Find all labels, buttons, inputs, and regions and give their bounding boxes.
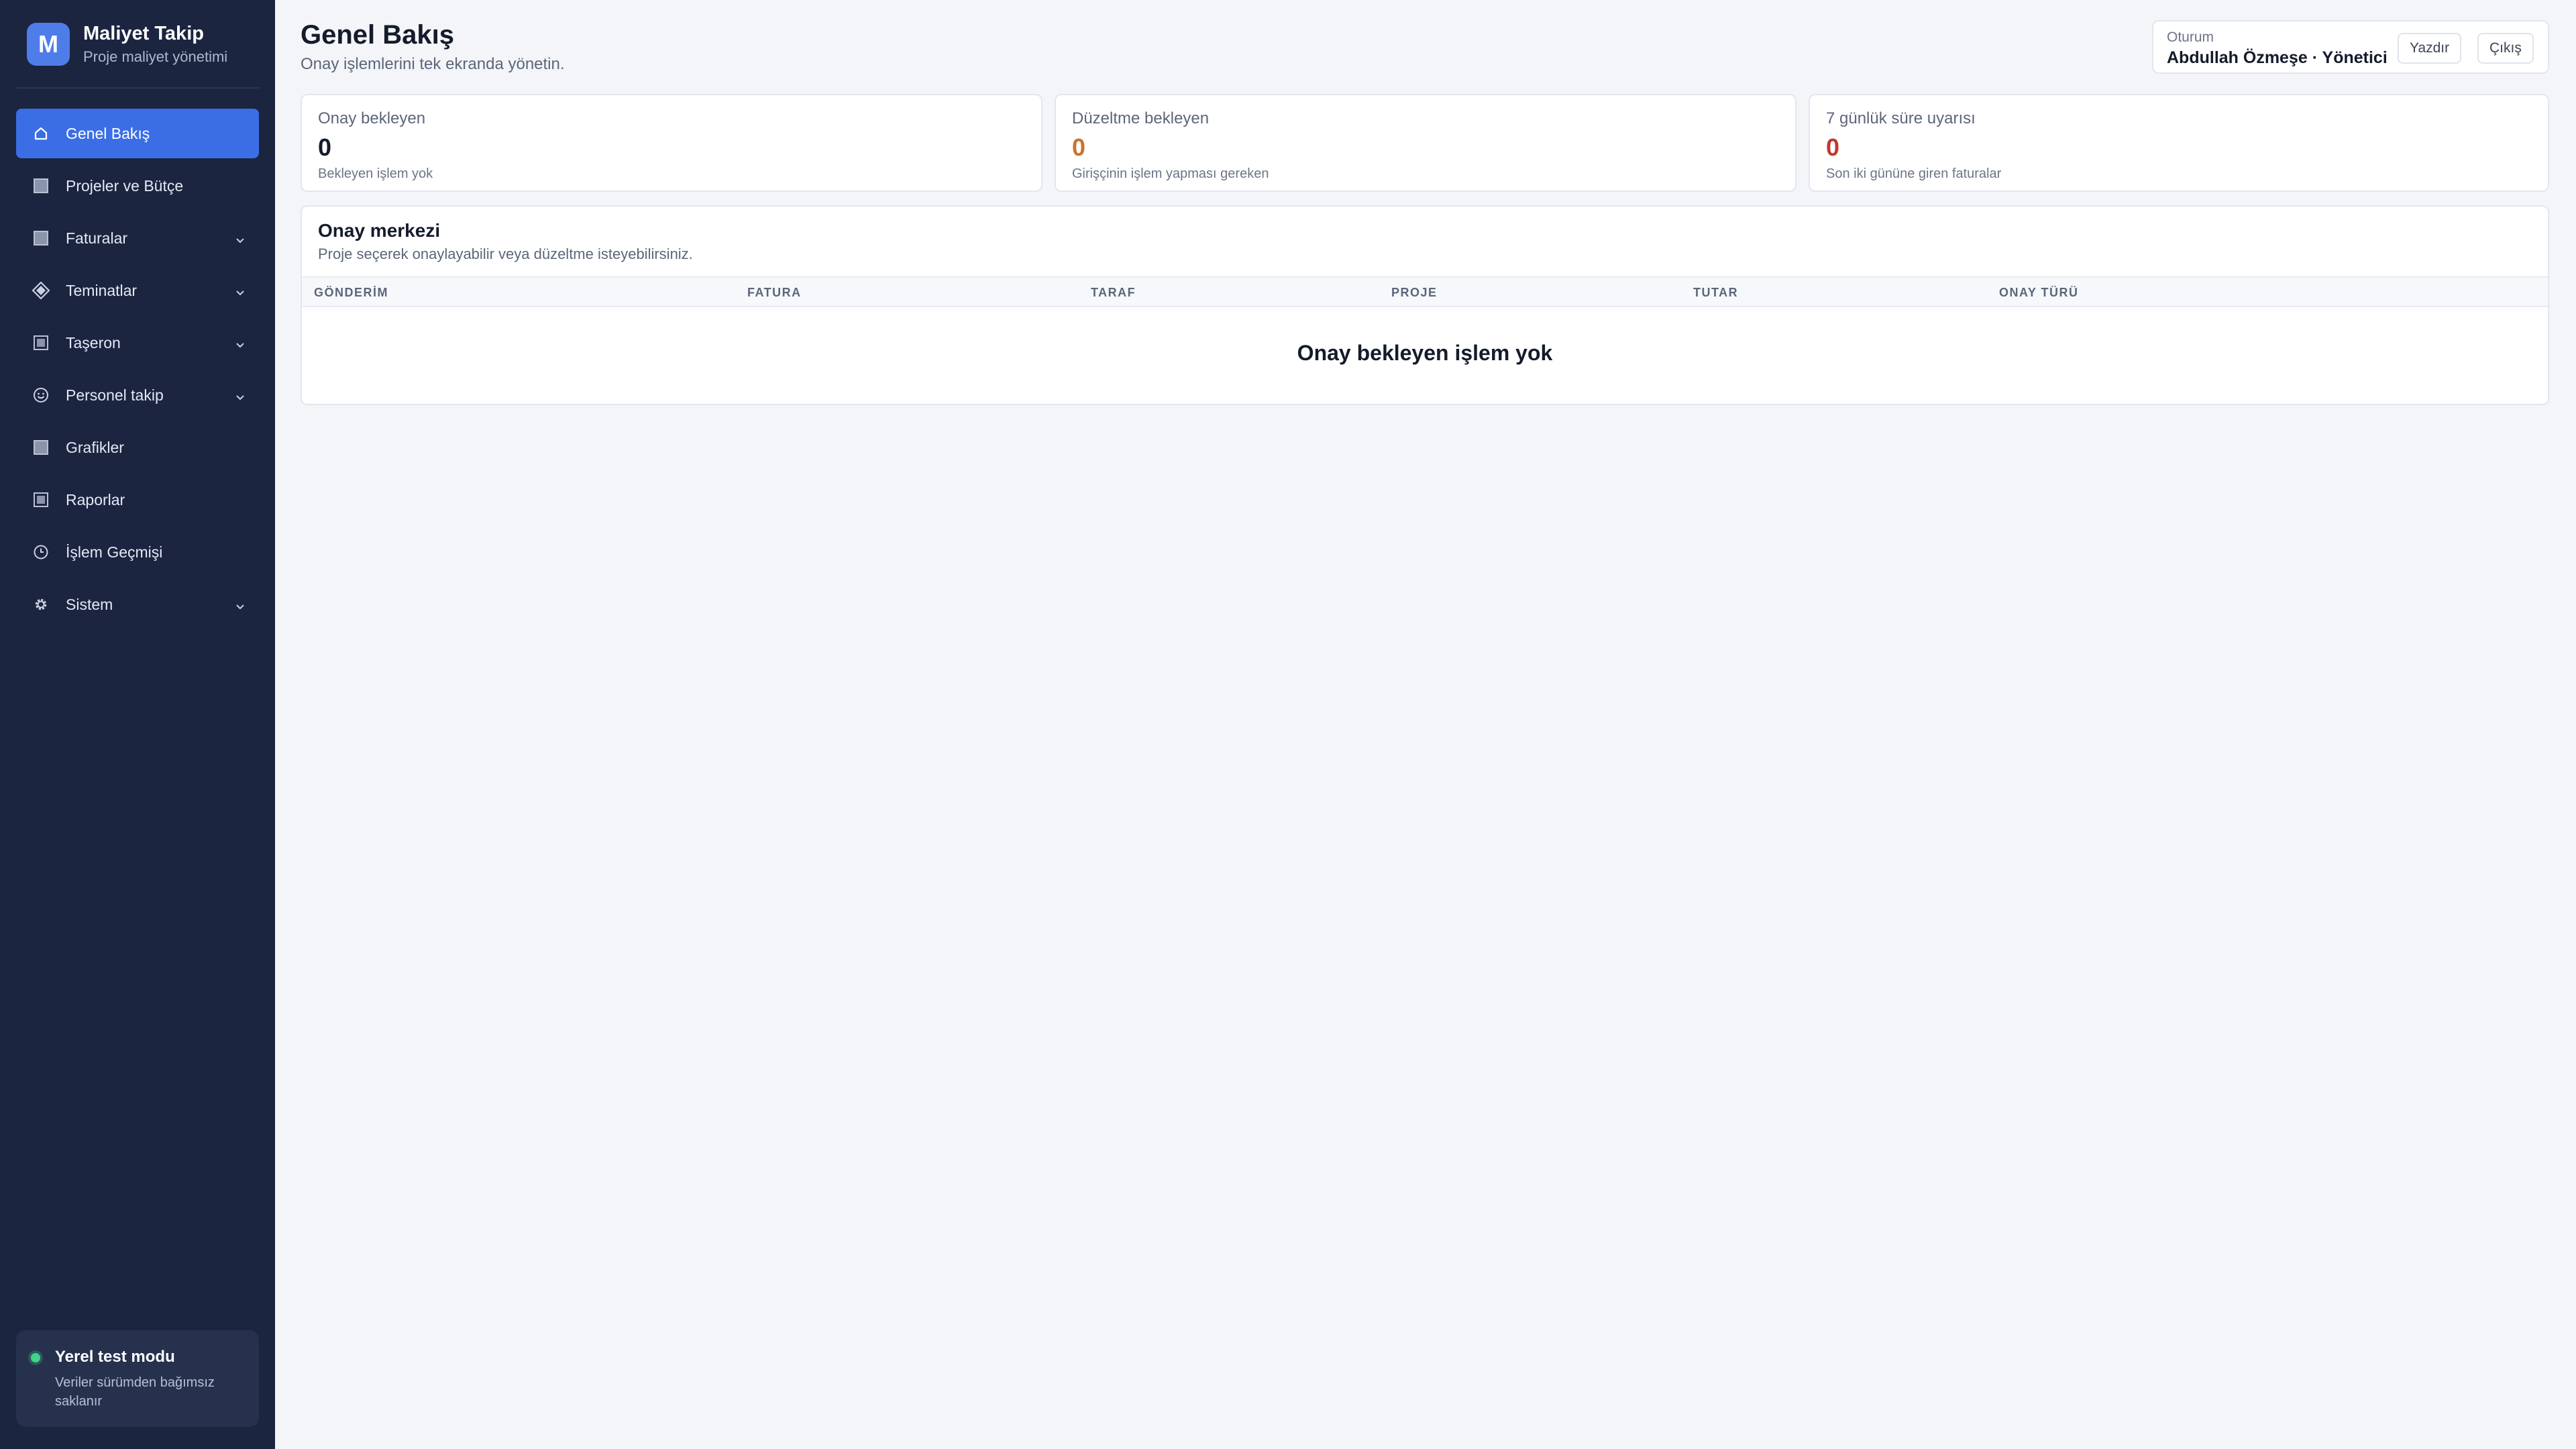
approval-center-panel: Onay merkezi Proje seçerek onaylayabilir… [301,205,2549,405]
print-button[interactable]: Yazdır [2398,33,2462,64]
sidebar-divider [16,87,259,89]
stat-value: 0 [318,133,332,161]
chevron-down-icon[interactable] [233,233,247,247]
table-header: GÖNDERİM FATURA TARAF PROJE TUTAR ONAY T… [302,276,2548,307]
column-header-taraf[interactable]: TARAF [1091,286,1136,300]
chevron-down-icon[interactable] [233,390,247,404]
panel-subtitle: Proje seçerek onaylayabilir veya düzeltm… [318,246,693,262]
column-header-gonderim[interactable]: GÖNDERİM [314,286,388,300]
sidebar-item-raporlar[interactable]: Raporlar [16,475,259,525]
brand-subtitle: Proje maliyet yönetimi [83,48,228,65]
sidebar-item-sistem[interactable]: Sistem [16,580,259,629]
sidebar-item-islem-gecmisi[interactable]: İşlem Geçmişi [16,527,259,577]
page-title: Genel Bakış [301,20,455,50]
sidebar-item-label: Projeler ve Bütçe [66,176,184,195]
column-header-proje[interactable]: PROJE [1391,286,1438,300]
column-header-fatura[interactable]: FATURA [747,286,802,300]
brand-logo: M [27,23,70,66]
sidebar: M Maliyet Takip Proje maliyet yönetimi G… [0,0,275,1449]
sidebar-nav: Genel Bakış Projeler ve Bütçe Faturalar … [16,109,259,632]
empty-state-message: Onay bekleyen işlem yok [1297,341,1553,365]
stat-note: Bekleyen işlem yok [318,166,433,181]
sidebar-item-teminatlar[interactable]: Teminatlar [16,266,259,315]
sidebar-item-faturalar[interactable]: Faturalar [16,213,259,263]
chevron-down-icon[interactable] [233,338,247,352]
stat-card-pending-correction: Düzeltme bekleyen 0 Girişçinin işlem yap… [1055,94,1796,192]
stat-title: Düzeltme bekleyen [1072,109,1210,127]
sidebar-item-label: Teminatlar [66,281,138,299]
brand[interactable]: M Maliyet Takip Proje maliyet yönetimi [27,21,227,67]
sidebar-item-label: Faturalar [66,229,128,247]
smiley-icon [32,386,50,404]
stat-note: Girişçinin işlem yapması gereken [1072,166,1269,181]
sidebar-item-label: Grafikler [66,438,124,456]
sidebar-item-label: Genel Bakış [66,124,150,142]
brand-title: Maliyet Takip [83,23,204,44]
sidebar-item-grafikler[interactable]: Grafikler [16,423,259,472]
chevron-down-icon[interactable] [233,600,247,613]
stat-value: 0 [1072,133,1086,161]
sidebar-item-label: Sistem [66,595,113,613]
column-header-tutar[interactable]: TUTAR [1693,286,1738,300]
stat-title: 7 günlük süre uyarısı [1826,109,1976,127]
diamond-icon [32,282,50,299]
home-icon [32,125,50,142]
stat-value: 0 [1826,133,1840,161]
test-mode-panel: Yerel test modu Veriler sürümden bağımsı… [16,1330,259,1427]
column-header-onay-turu[interactable]: ONAY TÜRÜ [1999,286,2079,300]
clock-icon [32,543,50,561]
stat-card-deadline-warning: 7 günlük süre uyarısı 0 Son iki gününe g… [1809,94,2549,192]
session-user: Abdullah Özmeşe · Yönetici [2167,48,2387,67]
status-dot [31,1353,40,1362]
logout-button[interactable]: Çıkış [2477,33,2534,64]
sidebar-item-genel-bakis[interactable]: Genel Bakış [16,109,259,158]
stat-note: Son iki gününe giren faturalar [1826,166,2002,181]
stat-card-pending-approval: Onay bekleyen 0 Bekleyen işlem yok [301,94,1042,192]
square-icon [32,439,50,456]
gear-icon [32,596,50,613]
sidebar-item-label: Taşeron [66,333,121,352]
square-icon [32,177,50,195]
test-mode-description: Veriler sürümden bağımsız saklanır [55,1375,215,1409]
test-mode-title: Yerel test modu [55,1348,175,1366]
session-label: Oturum [2167,30,2214,45]
stat-title: Onay bekleyen [318,109,426,127]
sidebar-item-taseron[interactable]: Taşeron [16,318,259,368]
sidebar-item-label: Personel takip [66,386,164,404]
square-icon [32,229,50,247]
square-icon [32,491,50,508]
sidebar-item-personel-takip[interactable]: Personel takip [16,370,259,420]
square-icon [32,334,50,352]
sidebar-item-label: Raporlar [66,490,125,508]
sidebar-item-projeler-ve-butce[interactable]: Projeler ve Bütçe [16,161,259,211]
panel-title: Onay merkezi [318,220,441,241]
page-subtitle: Onay işlemlerini tek ekranda yönetin. [301,55,565,73]
sidebar-item-label: İşlem Geçmişi [66,543,163,561]
session-panel: Oturum Abdullah Özmeşe · Yönetici Yazdır… [2152,20,2549,74]
chevron-down-icon[interactable] [233,286,247,299]
